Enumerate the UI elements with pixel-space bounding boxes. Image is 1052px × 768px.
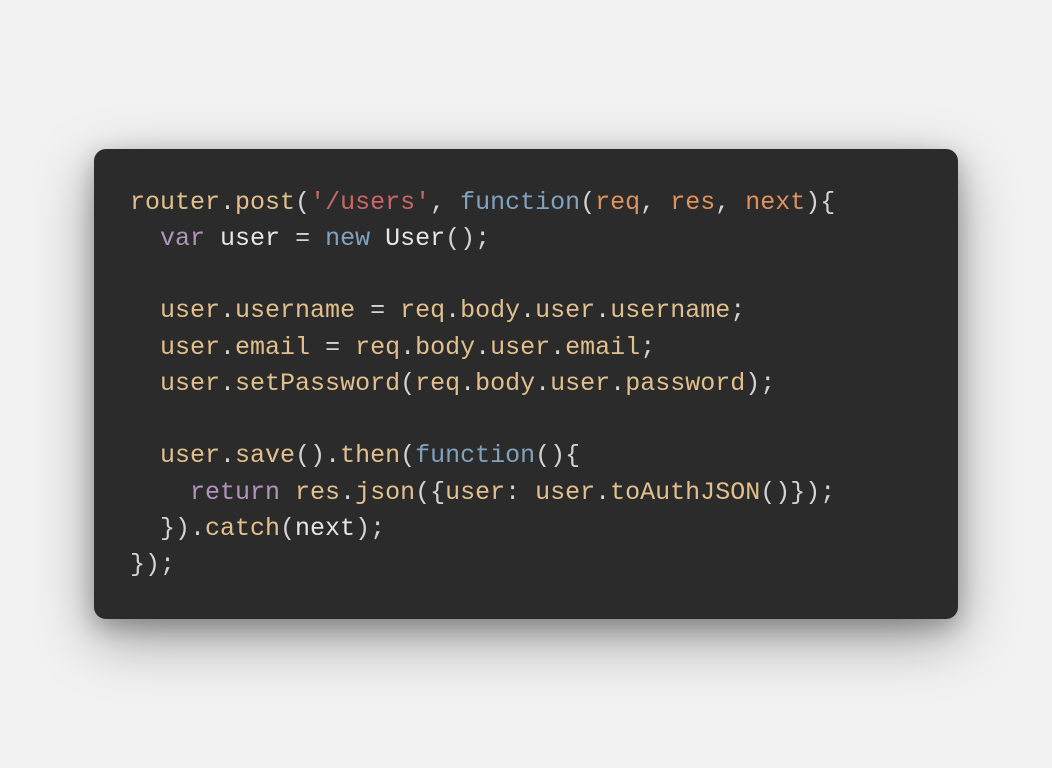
- code-token: function: [460, 188, 580, 217]
- code-token: return: [190, 478, 280, 507]
- code-token: .: [535, 369, 550, 398]
- code-token: .: [595, 478, 610, 507]
- code-token: [130, 224, 160, 253]
- code-token: .: [220, 441, 235, 470]
- code-token: json: [355, 478, 415, 507]
- code-token: user: [550, 369, 610, 398]
- code-token: res: [295, 478, 340, 507]
- code-token: next: [745, 188, 805, 217]
- code-token: (){: [535, 441, 580, 470]
- code-token: ({: [415, 478, 445, 507]
- code-token: [280, 478, 295, 507]
- code-token: username: [235, 296, 355, 325]
- code-token: (: [295, 188, 310, 217]
- code-token: =: [355, 296, 400, 325]
- code-token: ()});: [760, 478, 835, 507]
- code-token: user: [160, 369, 220, 398]
- code-token: .: [595, 296, 610, 325]
- code-token: ();: [445, 224, 490, 253]
- code-token: .: [220, 333, 235, 362]
- code-token: req: [355, 333, 400, 362]
- code-token: user: [160, 441, 220, 470]
- code-token: [130, 478, 190, 507]
- code-token: .: [220, 188, 235, 217]
- code-token: }).: [130, 514, 205, 543]
- code-token: );: [355, 514, 385, 543]
- code-token: password: [625, 369, 745, 398]
- code-token: res: [670, 188, 715, 217]
- code-token: .: [220, 296, 235, 325]
- code-token: user: [535, 478, 595, 507]
- code-token: .: [610, 369, 625, 398]
- code-token: .: [475, 333, 490, 362]
- code-token: user: [220, 224, 280, 253]
- code-token: router: [130, 188, 220, 217]
- code-token: body: [475, 369, 535, 398]
- code-token: setPassword: [235, 369, 400, 398]
- code-token: (: [400, 441, 415, 470]
- code-token: body: [415, 333, 475, 362]
- code-token: [130, 441, 160, 470]
- code-token: .: [550, 333, 565, 362]
- code-token: var: [160, 224, 205, 253]
- code-token: '/users': [310, 188, 430, 217]
- code-token: ;: [640, 333, 655, 362]
- code-token: .: [220, 369, 235, 398]
- code-token: .: [340, 478, 355, 507]
- code-token: save: [235, 441, 295, 470]
- code-token: );: [745, 369, 775, 398]
- code-token: .: [460, 369, 475, 398]
- code-token: ().: [295, 441, 340, 470]
- code-token: user: [445, 478, 505, 507]
- code-token: then: [340, 441, 400, 470]
- code-token: :: [505, 478, 535, 507]
- code-block: router.post('/users', function(req, res,…: [130, 185, 922, 584]
- code-token: User: [385, 224, 445, 253]
- code-token: user: [160, 333, 220, 362]
- code-token: (: [580, 188, 595, 217]
- code-token: [130, 296, 160, 325]
- code-token: catch: [205, 514, 280, 543]
- code-token: req: [400, 296, 445, 325]
- code-token: ,: [640, 188, 670, 217]
- code-token: email: [235, 333, 310, 362]
- code-token: [205, 224, 220, 253]
- code-snippet-card: router.post('/users', function(req, res,…: [94, 149, 958, 620]
- code-token: ){: [805, 188, 835, 217]
- code-token: body: [460, 296, 520, 325]
- code-token: username: [610, 296, 730, 325]
- code-token: next: [295, 514, 355, 543]
- code-token: [130, 369, 160, 398]
- code-token: post: [235, 188, 295, 217]
- code-token: ,: [715, 188, 745, 217]
- code-token: ,: [430, 188, 460, 217]
- code-token: =: [280, 224, 325, 253]
- code-token: req: [595, 188, 640, 217]
- code-token: user: [490, 333, 550, 362]
- code-token: email: [565, 333, 640, 362]
- code-token: });: [130, 550, 175, 579]
- code-token: new: [325, 224, 370, 253]
- code-token: req: [415, 369, 460, 398]
- code-token: (: [280, 514, 295, 543]
- code-token: =: [310, 333, 355, 362]
- code-token: .: [445, 296, 460, 325]
- code-token: [130, 333, 160, 362]
- code-token: (: [400, 369, 415, 398]
- code-token: .: [520, 296, 535, 325]
- code-token: .: [400, 333, 415, 362]
- code-token: toAuthJSON: [610, 478, 760, 507]
- code-token: user: [160, 296, 220, 325]
- code-token: user: [535, 296, 595, 325]
- code-token: ;: [730, 296, 745, 325]
- code-token: function: [415, 441, 535, 470]
- code-token: [370, 224, 385, 253]
